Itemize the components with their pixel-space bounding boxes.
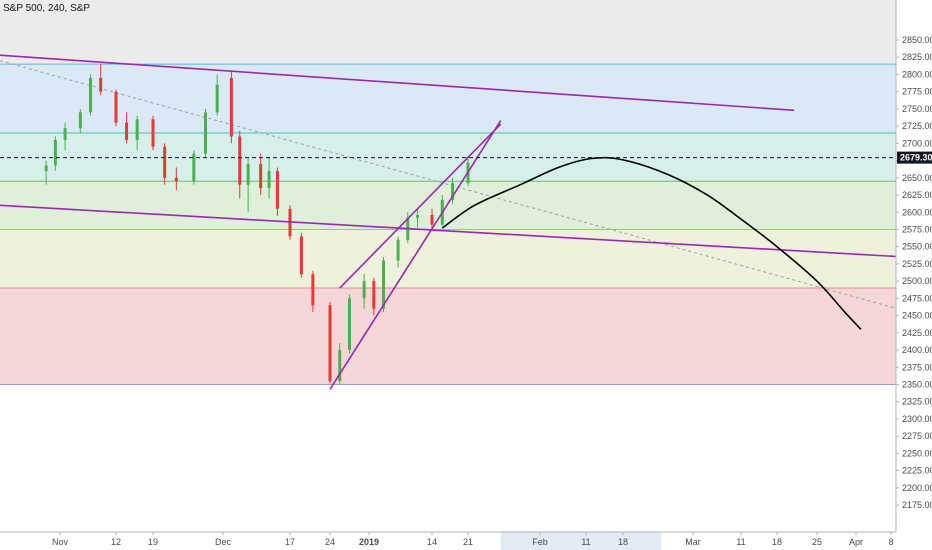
candle-body-30 (396, 239, 400, 261)
price-tick-label-17: 2600.00 (902, 207, 932, 217)
candle-body-19 (267, 170, 271, 189)
candle-body-4 (89, 77, 93, 113)
time-tick-label-9: Feb (532, 537, 548, 547)
time-axis[interactable]: Nov 12 19 Dec 17 24 2019 14 21 Feb 11 18 Mar 11 18 25 Ap… (0, 531, 896, 550)
time-tick-label-4: 17 (285, 537, 295, 547)
time-tick-label-14: 18 (772, 537, 782, 547)
time-tick-label-5: 24 (325, 537, 335, 547)
price-tick-label-4: 2275.00 (902, 431, 932, 441)
candle-body-17 (246, 164, 250, 185)
time-tick-label-16: Apr (849, 537, 863, 547)
price-tick-label-13: 2500.00 (902, 276, 932, 286)
price-tick-label-10: 2425.00 (902, 328, 932, 338)
fib-zone-2 (0, 181, 896, 230)
chart-area[interactable]: 2175.00 2200.00 2225.00 2250.00 2275.00 2300.… (0, 0, 932, 550)
time-tick-label-0: Nov (52, 537, 69, 547)
price-tick-label-15: 2550.00 (902, 242, 932, 252)
candle-body-16 (238, 136, 242, 185)
top-grey-shade (0, 0, 896, 65)
time-tick-label-6: 2019 (359, 537, 379, 547)
candle-body-3 (78, 112, 82, 129)
price-badge-label: 2679.30 (900, 153, 932, 163)
candle-body-0 (44, 165, 48, 171)
price-tick-label-6: 2325.00 (902, 397, 932, 407)
candle-body-24 (328, 305, 332, 382)
price-tick-label-16: 2575.00 (902, 224, 932, 234)
price-tick-label-26: 2825.00 (902, 52, 932, 62)
price-tick-label-18: 2625.00 (902, 190, 932, 200)
time-tick-label-17: 8 (888, 537, 893, 547)
price-tick-label-11: 2450.00 (902, 311, 932, 321)
price-tick-label-5: 2300.00 (902, 414, 932, 424)
candle-body-32 (415, 215, 419, 218)
price-tick-label-3: 2250.00 (902, 448, 932, 458)
candle-body-5 (99, 77, 103, 92)
price-chart[interactable]: 2175.00 2200.00 2225.00 2250.00 2275.00 2300.… (0, 0, 932, 550)
candle-body-28 (372, 281, 376, 309)
candle-body-14 (215, 84, 219, 113)
candle-body-8 (135, 119, 139, 140)
time-tick-label-2: 19 (148, 537, 158, 547)
candle-body-2 (63, 128, 67, 140)
candle-body-6 (114, 91, 118, 123)
price-axis[interactable]: 2175.00 2200.00 2225.00 2250.00 2275.00 2300.… (895, 0, 932, 550)
fib-zone-4 (0, 288, 896, 385)
time-tick-label-15: 25 (812, 537, 822, 547)
price-tick-label-9: 2400.00 (902, 345, 932, 355)
candle-body-10 (163, 146, 167, 178)
candle-body-13 (204, 112, 207, 154)
top-shade (0, 0, 896, 65)
candle-body-22 (299, 236, 303, 275)
candle-body-15 (229, 77, 233, 137)
time-axis-bg (0, 532, 896, 550)
time-tick-label-11: 18 (618, 537, 628, 547)
candle-body-20 (275, 170, 279, 209)
candle-body-7 (125, 122, 129, 140)
candle-body-11 (174, 177, 178, 182)
symbol-label: S&P 500, 240, S&P (3, 3, 91, 14)
time-tick-label-3: Dec (215, 537, 232, 547)
fib-zone-0 (0, 64, 896, 134)
price-tick-label-0: 2175.00 (902, 500, 932, 510)
price-tick-label-1: 2200.00 (902, 483, 932, 493)
price-tick-label-27: 2850.00 (902, 35, 932, 45)
candle-body-33 (430, 215, 434, 225)
candle-body-23 (311, 274, 315, 306)
price-tick-label-7: 2350.00 (902, 380, 932, 390)
price-tick-label-25: 2800.00 (902, 69, 932, 79)
time-tick-label-13: 11 (736, 537, 745, 547)
price-tick-label-19: 2650.00 (902, 173, 932, 183)
time-tick-label-12: Mar (685, 537, 701, 547)
price-tick-label-12: 2475.00 (902, 293, 932, 303)
price-tick-label-14: 2525.00 (902, 259, 932, 269)
candle-body-1 (53, 139, 57, 166)
time-tick-label-7: 14 (427, 537, 437, 547)
price-tick-label-22: 2725.00 (902, 121, 932, 131)
price-tick-label-23: 2750.00 (902, 104, 932, 114)
time-tick-label-8: 21 (463, 537, 473, 547)
time-tick-label-1: 12 (111, 537, 121, 547)
price-tick-label-2: 2225.00 (902, 466, 932, 476)
candle-body-26 (348, 298, 351, 351)
fib-zone-3 (0, 229, 896, 289)
price-tick-label-24: 2775.00 (902, 87, 932, 97)
candle-body-9 (151, 119, 155, 147)
price-tick-label-21: 2700.00 (902, 138, 932, 148)
candle-body-27 (362, 281, 366, 299)
candle-body-29 (382, 260, 386, 309)
price-tick-label-8: 2375.00 (902, 362, 932, 372)
candle-body-18 (259, 164, 263, 189)
time-tick-label-10: 11 (581, 537, 590, 547)
